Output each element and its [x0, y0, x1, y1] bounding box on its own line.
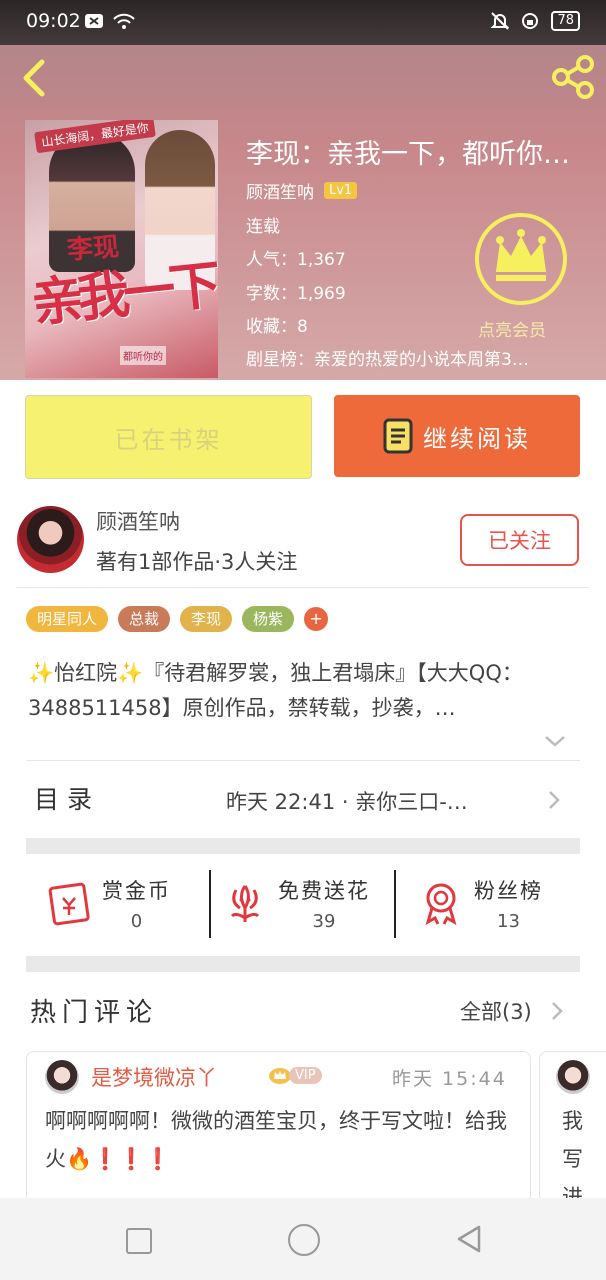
divider	[209, 870, 211, 938]
continue-reading-label: 继续阅读	[423, 424, 531, 453]
battery-indicator: 78	[551, 11, 580, 31]
stat-value: 0	[130, 910, 143, 932]
reward-coins[interactable]: 赏金币 0	[46, 866, 171, 940]
chevron-down-icon[interactable]	[543, 733, 567, 749]
nav-back-icon[interactable]	[455, 1224, 483, 1254]
stat-label: 赏金币	[102, 878, 171, 903]
tag-1[interactable]: 总裁	[118, 606, 171, 632]
flower-icon	[230, 885, 260, 922]
recent-apps-button[interactable]	[126, 1228, 152, 1254]
book-popularity: 人气：1,367	[246, 250, 346, 270]
status-time: 09:02	[26, 10, 81, 32]
author-name[interactable]: 顾酒笙呐	[96, 506, 180, 536]
all-comments-link[interactable]: 全部(3)	[460, 996, 532, 1026]
mute-icon	[491, 12, 510, 30]
wifi-icon	[113, 13, 135, 29]
in-shelf-button[interactable]: 已在书架	[25, 395, 312, 479]
status-bar: 09:02 78	[0, 0, 606, 45]
divider	[26, 760, 580, 761]
commenter-name[interactable]: 是梦境微凉丫	[91, 1062, 217, 1092]
section-gap	[26, 956, 580, 972]
more-tags-button[interactable]: +	[304, 607, 329, 631]
book-icon	[383, 418, 413, 454]
section-gap	[26, 838, 580, 854]
book-favorites: 收藏：8	[246, 317, 308, 337]
back-icon[interactable]	[16, 58, 56, 98]
divider	[17, 587, 589, 588]
continue-reading-button[interactable]: 继续阅读	[334, 395, 580, 477]
book-rank[interactable]: 剧星榜：亲爱的热爱的小说本周第3…	[246, 345, 598, 370]
author-stats: 著有1部作品·3人关注	[96, 550, 298, 574]
tag-2[interactable]: 李现	[180, 606, 233, 632]
book-cover[interactable]: 山长海阔，最好是你 李现 亲我一下 都听你的	[25, 120, 218, 378]
status-right-icons: 78	[491, 11, 580, 31]
vip-label[interactable]: 点亮会员	[478, 316, 546, 341]
lock-rotation-icon	[522, 13, 539, 29]
book-word-count: 字数：1,969	[246, 284, 346, 304]
comment-card[interactable]: 是梦境微凉丫 VIP 昨天 15:44 啊啊啊啊啊！微微的酒笙宝贝，终于写文啦！…	[26, 1051, 531, 1203]
book-state: 连载	[246, 217, 280, 237]
stat-value: 13	[497, 910, 520, 932]
stat-value: 39	[312, 910, 336, 932]
red-envelope-icon	[48, 882, 90, 926]
author-avatar[interactable]	[17, 506, 84, 573]
toc-label[interactable]: 目录	[34, 780, 100, 816]
book-author: 顾酒笙呐	[246, 183, 314, 203]
commenter-avatar[interactable]	[556, 1060, 590, 1094]
follow-button[interactable]: 已关注	[460, 514, 579, 566]
divider	[394, 870, 396, 938]
author-line[interactable]: 顾酒笙呐 Lv1	[246, 178, 358, 203]
hot-comments-title: 热门评论	[30, 998, 159, 1028]
chevron-right-icon[interactable]	[547, 789, 561, 811]
notification-icon	[85, 14, 103, 28]
home-button[interactable]	[288, 1224, 320, 1256]
tag-3[interactable]: 杨紫	[242, 606, 295, 632]
commenter-avatar[interactable]	[45, 1060, 79, 1094]
comment-text: 啊啊啊啊啊！微微的酒笙宝贝，终于写文啦！给我火🔥❗❗❗	[45, 1109, 507, 1171]
book-description[interactable]: ✨怡红院✨『待君解罗裳，独上君塌床』【大大QQ：3488511458】原创作品，…	[28, 656, 580, 726]
book-title: 李现：亲我一下，都听你…	[246, 139, 570, 170]
comment-text: 我写进	[562, 1109, 583, 1203]
comment-time: 昨天 15:44	[392, 1068, 507, 1090]
author-level-badge: Lv1	[324, 182, 358, 199]
share-icon[interactable]	[550, 54, 596, 100]
cover-bottom-text: 都听你的	[120, 346, 166, 365]
status-left-icons	[84, 12, 136, 30]
vip-badge: VIP	[289, 1067, 322, 1084]
tag-list: 明星同人 总裁 李现 杨紫 +	[26, 606, 329, 632]
stat-label: 粉丝榜	[474, 878, 543, 903]
medal-icon	[425, 883, 457, 926]
fan-ranking[interactable]: 粉丝榜 13	[418, 866, 543, 940]
comment-card[interactable]: 我写进	[539, 1051, 606, 1203]
crown-icon[interactable]	[474, 212, 568, 306]
tag-0[interactable]: 明星同人	[26, 606, 109, 632]
stat-label: 免费送花	[278, 878, 370, 903]
chevron-right-icon[interactable]	[551, 1001, 563, 1021]
send-flowers[interactable]: 免费送花 39	[222, 866, 370, 940]
toc-latest-chapter[interactable]: 昨天 22:41 · 亲你三口-…	[226, 786, 526, 816]
